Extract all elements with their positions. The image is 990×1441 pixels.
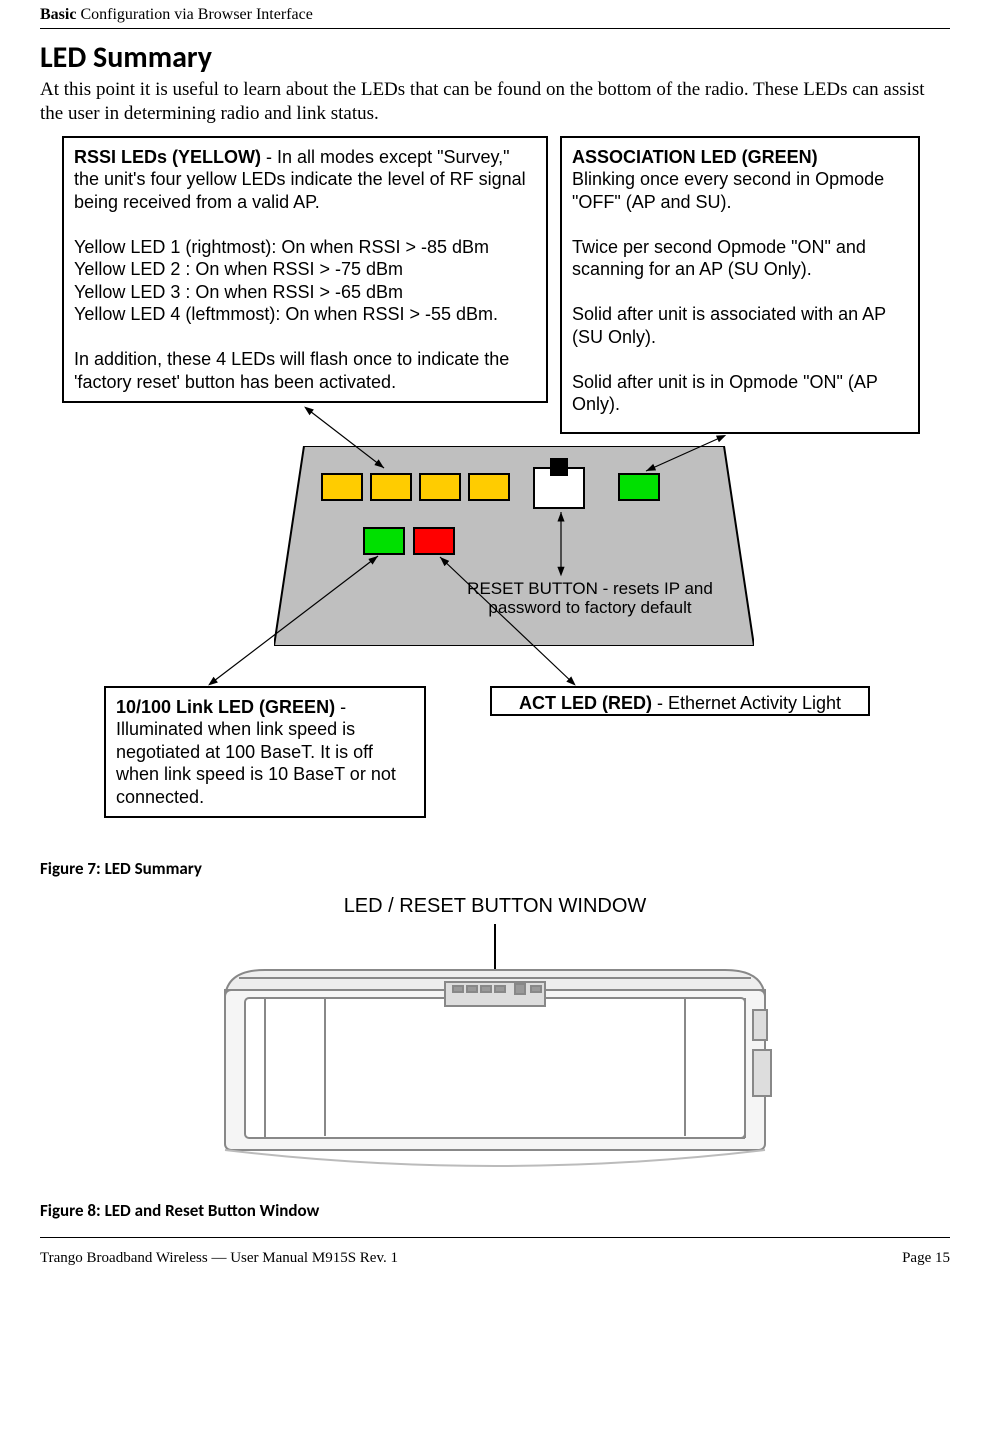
callout-association: ASSOCIATION LED (GREEN) Blinking once ev… — [560, 136, 920, 434]
assoc-p1: Blinking once every second in Opmode "OF… — [572, 169, 884, 212]
figure-7-caption: Figure 7: LED Summary — [40, 858, 950, 879]
rssi-title: RSSI LEDs (YELLOW) — [74, 147, 261, 167]
header-bold: Basic — [40, 6, 76, 23]
callout-act: ACT LED (RED) - Ethernet Activity Light — [490, 686, 870, 716]
link-title: 10/100 Link LED (GREEN) — [116, 697, 335, 717]
act-title: ACT LED (RED) — [519, 693, 652, 713]
page-title: LED Summary — [40, 39, 950, 76]
footer-right: Page 15 — [902, 1250, 950, 1267]
figure-7-area: RSSI LEDs (YELLOW) - In all modes except… — [40, 136, 950, 856]
assoc-p4: Solid after unit is in Opmode "ON" (AP O… — [572, 372, 878, 415]
lead-paragraph: At this point it is useful to learn abou… — [40, 78, 950, 126]
device-illustration — [185, 920, 805, 1190]
rssi-line-2: Yellow LED 2 : On when RSSI > -75 dBm — [74, 259, 403, 279]
callout-rssi: RSSI LEDs (YELLOW) - In all modes except… — [62, 136, 548, 404]
rssi-line-1: Yellow LED 1 (rightmost): On when RSSI >… — [74, 237, 489, 257]
figure-8-caption: Figure 8: LED and Reset Button Window — [40, 1200, 950, 1221]
header-rest: Configuration via Browser Interface — [76, 6, 312, 23]
rssi-line-4: Yellow LED 4 (leftmmost): On when RSSI >… — [74, 304, 498, 324]
assoc-p2: Twice per second Opmode "ON" and scannin… — [572, 237, 866, 280]
rssi-line-3: Yellow LED 3 : On when RSSI > -65 dBm — [74, 282, 403, 302]
assoc-p3: Solid after unit is associated with an A… — [572, 304, 886, 347]
footer-left: Trango Broadband Wireless — User Manual … — [40, 1250, 398, 1267]
act-body: - Ethernet Activity Light — [652, 693, 841, 713]
assoc-title: ASSOCIATION LED (GREEN) — [572, 147, 818, 167]
callout-link: 10/100 Link LED (GREEN) - Illuminated wh… — [104, 686, 426, 819]
window-title: LED / RESET BUTTON WINDOW — [40, 895, 950, 918]
rssi-tail: In addition, these 4 LEDs will flash onc… — [74, 349, 509, 392]
callout-reset: RESET BUTTON - resets IP and password to… — [455, 579, 725, 618]
